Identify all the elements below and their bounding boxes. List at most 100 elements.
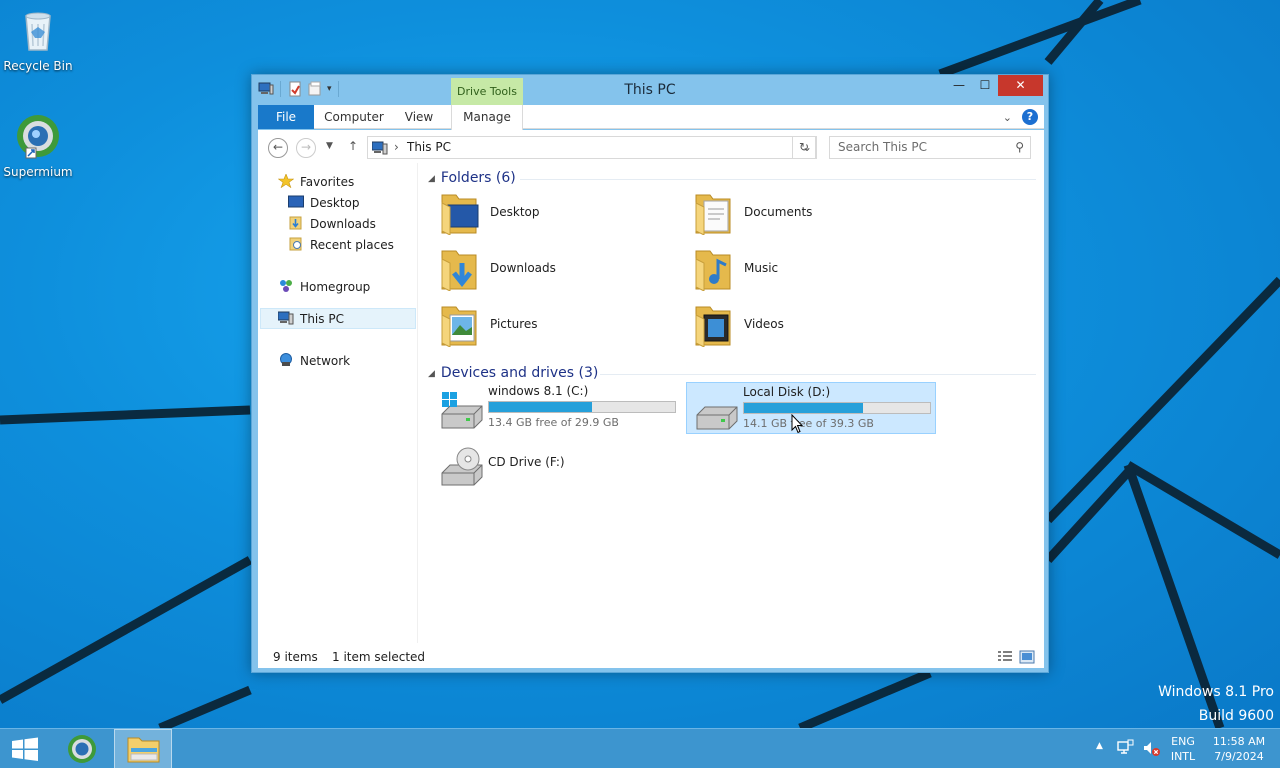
videos-folder-icon bbox=[695, 306, 731, 347]
desktop-icon-label: Supermium bbox=[3, 165, 73, 179]
navigation-bar: ← → ▼ ↑ › This PC ⌄ ↻ Search This PC ⚲ bbox=[258, 130, 1044, 163]
hard-drive-icon bbox=[696, 406, 738, 430]
speaker-muted-icon bbox=[1144, 742, 1160, 756]
group-header-folders[interactable]: ◢ Folders (6) bbox=[428, 170, 516, 186]
folder-tile-pictures[interactable]: Pictures bbox=[432, 299, 682, 351]
drive-usage-bar bbox=[743, 402, 931, 414]
clock[interactable]: 11:58 AM 7/9/2024 bbox=[1206, 734, 1272, 768]
details-view-icon[interactable] bbox=[997, 650, 1013, 664]
computer-icon bbox=[278, 311, 294, 325]
start-button[interactable] bbox=[0, 729, 50, 768]
system-drive-icon bbox=[441, 392, 483, 429]
taskbar: ▲ ENG INTL 11:58 AM 7/9/2024 bbox=[0, 728, 1280, 768]
drive-free-space: 13.4 GB free of 29.9 GB bbox=[488, 416, 619, 429]
ribbon-controls: ⌄ ? bbox=[1003, 109, 1038, 125]
group-header-label: Devices and drives (3) bbox=[440, 365, 599, 381]
group-header-label: Folders (6) bbox=[440, 170, 516, 186]
recycle-bin-icon bbox=[25, 12, 51, 51]
breadcrumb-this-pc[interactable]: This PC bbox=[407, 137, 451, 158]
drive-name: Local Disk (D:) bbox=[743, 385, 831, 399]
supermium-browser-icon bbox=[17, 115, 59, 159]
music-folder-icon bbox=[695, 250, 731, 291]
folder-tile-downloads[interactable]: Downloads bbox=[432, 243, 682, 295]
nav-label: Favorites bbox=[300, 175, 355, 189]
desktop-icon-recycle-bin[interactable]: Recycle Bin bbox=[0, 6, 76, 73]
network-tray-icon[interactable] bbox=[1116, 739, 1134, 768]
tab-file[interactable]: File bbox=[258, 105, 314, 129]
group-header-devices[interactable]: ◢ Devices and drives (3) bbox=[428, 365, 598, 381]
desktop-icon bbox=[288, 195, 304, 208]
forward-button[interactable]: → bbox=[296, 138, 316, 158]
nav-item-favorites[interactable]: Favorites bbox=[278, 172, 354, 192]
folder-label: Music bbox=[744, 261, 779, 275]
file-explorer-icon bbox=[127, 737, 160, 763]
folder-tile-videos[interactable]: Videos bbox=[686, 299, 936, 351]
nav-item-homegroup[interactable]: Homegroup bbox=[278, 277, 370, 297]
nav-item-this-pc[interactable]: This PC bbox=[278, 309, 344, 329]
desktop-folder-icon bbox=[441, 194, 479, 235]
explorer-body: Favorites Desktop Downloads Recent place… bbox=[258, 163, 1044, 667]
star-icon bbox=[278, 174, 294, 188]
refresh-button[interactable]: ↻ bbox=[792, 136, 816, 159]
collapse-triangle-icon: ◢ bbox=[428, 369, 435, 379]
nav-label: Desktop bbox=[310, 196, 360, 210]
tab-view[interactable]: View bbox=[394, 105, 444, 129]
nav-label: Homegroup bbox=[300, 280, 371, 294]
navigation-pane: Favorites Desktop Downloads Recent place… bbox=[258, 163, 418, 643]
search-input[interactable]: Search This PC ⚲ bbox=[829, 136, 1031, 159]
nav-item-recent-places[interactable]: Recent places bbox=[288, 235, 394, 255]
language-code: ENG bbox=[1171, 735, 1195, 748]
drive-tile-d[interactable]: Local Disk (D:) 14.1 GB free of 39.3 GB bbox=[686, 382, 936, 434]
recent-places-icon bbox=[289, 237, 302, 251]
drive-tile-c[interactable]: windows 8.1 (C:) 13.4 GB free of 29.9 GB bbox=[432, 382, 682, 434]
ribbon-tabs: File Computer View Manage ⌄ ? bbox=[258, 105, 1044, 130]
content-pane: ◢ Folders (6) Desktop Documents Download… bbox=[420, 163, 1042, 643]
folder-label: Videos bbox=[744, 317, 784, 331]
drive-tile-f[interactable]: CD Drive (F:) bbox=[432, 439, 682, 491]
volume-tray-icon[interactable] bbox=[1142, 739, 1160, 768]
recent-locations-chevron-icon[interactable]: ▼ bbox=[326, 141, 333, 151]
folder-label: Pictures bbox=[490, 317, 538, 331]
large-icons-view-icon[interactable] bbox=[1019, 650, 1035, 664]
group-divider bbox=[600, 374, 1036, 375]
nav-item-downloads[interactable]: Downloads bbox=[288, 214, 376, 234]
folder-tile-desktop[interactable]: Desktop bbox=[432, 187, 682, 239]
window-title: This PC bbox=[624, 82, 676, 98]
folder-tile-documents[interactable]: Documents bbox=[686, 187, 936, 239]
nav-label: Network bbox=[300, 354, 351, 368]
back-button[interactable]: ← bbox=[268, 138, 288, 158]
title-bar[interactable]: ▾ Drive Tools This PC — ☐ ✕ bbox=[252, 75, 1048, 105]
maximize-button[interactable]: ☐ bbox=[972, 75, 998, 96]
collapse-triangle-icon: ◢ bbox=[428, 174, 435, 184]
desktop-icon-label: Recycle Bin bbox=[3, 59, 73, 73]
homegroup-icon bbox=[280, 280, 292, 292]
input-language-indicator[interactable]: ENG INTL bbox=[1170, 734, 1196, 768]
nav-item-desktop[interactable]: Desktop bbox=[288, 193, 360, 213]
nav-item-network[interactable]: Network bbox=[278, 351, 350, 371]
folder-tile-music[interactable]: Music bbox=[686, 243, 936, 295]
address-bar[interactable]: › This PC ⌄ bbox=[367, 136, 817, 159]
drive-name: windows 8.1 (C:) bbox=[488, 384, 589, 398]
desktop-icon-supermium[interactable]: Supermium bbox=[0, 112, 76, 179]
build-watermark: Build 9600 bbox=[1198, 708, 1274, 724]
tab-computer[interactable]: Computer bbox=[318, 105, 390, 129]
taskbar-file-explorer-button[interactable] bbox=[114, 729, 172, 768]
show-hidden-icons-chevron-icon[interactable]: ▲ bbox=[1096, 741, 1103, 768]
minimize-button[interactable]: — bbox=[946, 75, 972, 96]
expand-ribbon-chevron-icon[interactable]: ⌄ bbox=[1003, 111, 1012, 124]
help-icon[interactable]: ? bbox=[1022, 109, 1038, 125]
search-icon[interactable]: ⚲ bbox=[1015, 137, 1024, 158]
clock-time: 11:58 AM bbox=[1212, 735, 1266, 748]
keyboard-layout: INTL bbox=[1170, 750, 1196, 763]
taskbar-supermium-button[interactable] bbox=[58, 729, 106, 768]
tab-manage[interactable]: Manage bbox=[451, 105, 523, 130]
close-button[interactable]: ✕ bbox=[998, 75, 1043, 96]
windows-logo-icon bbox=[12, 737, 38, 761]
pictures-folder-icon bbox=[441, 306, 477, 347]
drive-usage-bar bbox=[488, 401, 676, 413]
folder-label: Desktop bbox=[490, 205, 540, 219]
network-icon bbox=[1117, 739, 1134, 754]
up-arrow-icon[interactable]: ↑ bbox=[348, 139, 358, 153]
breadcrumb-separator-icon[interactable]: › bbox=[394, 137, 399, 158]
downloads-folder-icon bbox=[289, 216, 302, 230]
